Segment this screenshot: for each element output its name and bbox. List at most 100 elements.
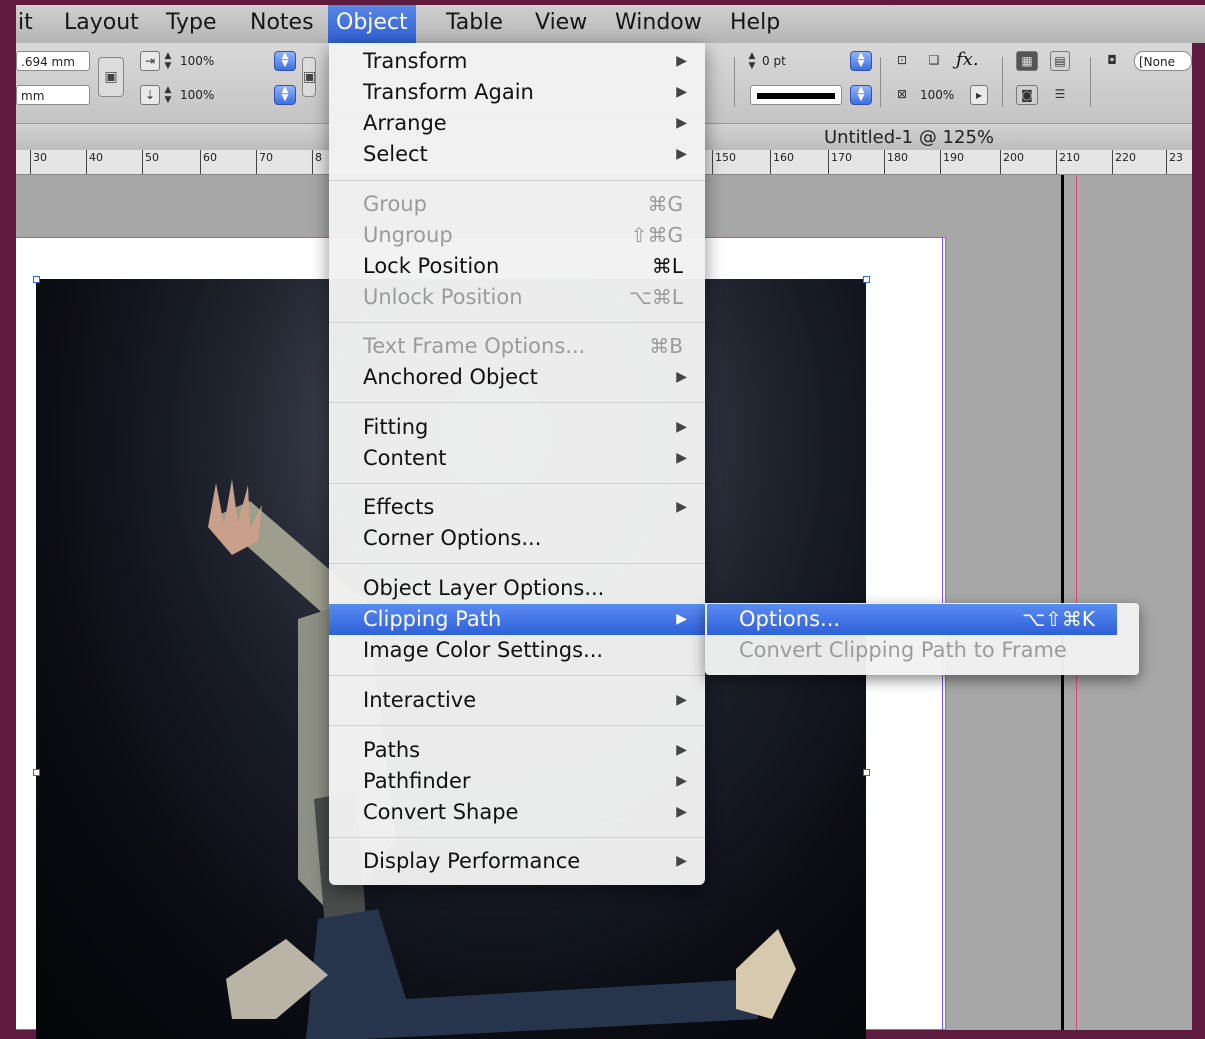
- submenu-arrow-icon: ▶: [676, 84, 687, 100]
- menu-item-convert-shape[interactable]: Convert Shape ▶: [329, 797, 705, 828]
- text-wrap-icon[interactable]: ▦: [1016, 51, 1038, 71]
- wrap-around-icon[interactable]: ▤: [1050, 51, 1070, 71]
- menu-item-anchored-object[interactable]: Anchored Object ▶: [329, 362, 705, 393]
- menu-item-display-performance[interactable]: Display Performance ▶: [329, 846, 705, 877]
- scale-y-icon: ⇣: [140, 85, 160, 105]
- menu-item-fitting[interactable]: Fitting ▶: [329, 412, 705, 443]
- menu-object[interactable]: Object: [328, 5, 416, 43]
- stroke-type-field[interactable]: [750, 85, 842, 105]
- stroke-type-dropdown[interactable]: ▲ ▼: [850, 85, 872, 105]
- effects-fx-icon[interactable]: ƒx.: [956, 49, 979, 70]
- ruler-tick: 150: [712, 150, 736, 174]
- menu-separator: [329, 483, 705, 484]
- x-position-field[interactable]: .694 mm: [16, 51, 90, 71]
- submenu-arrow-icon: ▶: [676, 369, 687, 385]
- stroke-weight-field[interactable]: 0 pt: [758, 51, 844, 71]
- menu-item-pathfinder[interactable]: Pathfinder ▶: [329, 766, 705, 797]
- submenu-item-options[interactable]: Options... ⌥⇧⌘K: [707, 604, 1117, 635]
- submenu-arrow-icon: ▶: [676, 53, 687, 69]
- scale-y-spinner[interactable]: ▲ ▼: [162, 85, 174, 105]
- y-position-field[interactable]: mm: [16, 85, 90, 105]
- menu-notes[interactable]: Notes: [250, 5, 314, 43]
- menu-item-select[interactable]: Select ▶: [329, 139, 705, 170]
- menu-separator: [329, 402, 705, 403]
- ruler-tick: 180: [884, 150, 908, 174]
- separator: [1090, 57, 1091, 107]
- constrain-proportions-icon[interactable]: ▣: [98, 57, 124, 97]
- menu-shortcut: ⌥⌘L: [628, 285, 683, 309]
- menu-item-arrange[interactable]: Arrange ▶: [329, 108, 705, 139]
- menu-shortcut: ⌘L: [651, 254, 683, 278]
- frame-handle-top-right[interactable]: [863, 276, 870, 283]
- menu-item-lock-position[interactable]: Lock Position ⌘L: [329, 251, 705, 282]
- opacity-icon: ⊠: [896, 87, 908, 101]
- menu-help[interactable]: Help: [730, 5, 780, 43]
- submenu-arrow-icon: ▶: [676, 419, 687, 435]
- ruler-tick: 220: [1112, 150, 1136, 174]
- stroke-spinner[interactable]: ▲ ▼: [746, 51, 758, 71]
- submenu-arrow-icon: ▶: [676, 115, 687, 131]
- menu-item-unlock-position: Unlock Position ⌥⌘L: [329, 282, 705, 313]
- separator: [734, 57, 735, 107]
- ruler-tick: 23: [1166, 150, 1183, 174]
- align-icon[interactable]: ☰: [1050, 85, 1070, 105]
- menu-item-group: Group ⌘G: [329, 189, 705, 220]
- scale-x-spinner[interactable]: ▲ ▼: [162, 51, 174, 71]
- menu-item-transform[interactable]: Transform ▶: [329, 46, 705, 77]
- menu-item-object-layer-options[interactable]: Object Layer Options...: [329, 573, 705, 604]
- frame-handle-middle-left[interactable]: [33, 769, 40, 776]
- drop-shadow-icon[interactable]: ❑: [924, 51, 944, 71]
- scale-y-dropdown[interactable]: ▲ ▼: [274, 85, 296, 105]
- scale-x-icon: ⇥: [140, 51, 160, 71]
- ruler-tick: 200: [1000, 150, 1024, 174]
- clipping-path-submenu: Options... ⌥⇧⌘K Convert Clipping Path to…: [705, 603, 1139, 675]
- menu-view[interactable]: View: [535, 5, 587, 43]
- menu-item-text-frame-options: Text Frame Options... ⌘B: [329, 331, 705, 362]
- stroke-weight-dropdown[interactable]: ▲ ▼: [850, 51, 872, 71]
- object-style-icon: ◘: [1107, 53, 1117, 67]
- menu-shortcut: ⌥⇧⌘K: [1022, 607, 1095, 631]
- menu-separator: [329, 563, 705, 564]
- menu-table[interactable]: Table: [446, 5, 503, 43]
- menu-item-corner-options[interactable]: Corner Options...: [329, 523, 705, 554]
- menu-separator: [329, 837, 705, 838]
- menu-window[interactable]: Window: [615, 5, 702, 43]
- menu-item-ungroup: Ungroup ⇧⌘G: [329, 220, 705, 251]
- scale-x-field[interactable]: 100%: [176, 51, 264, 71]
- ruler-tick: 170: [828, 150, 852, 174]
- submenu-item-convert-clipping-path: Convert Clipping Path to Frame: [739, 638, 1067, 662]
- frame-fitting-icon[interactable]: ⊡: [892, 51, 912, 71]
- menu-item-content[interactable]: Content ▶: [329, 443, 705, 474]
- ruler-tick: 210: [1056, 150, 1080, 174]
- menu-edit[interactable]: it: [18, 5, 33, 43]
- submenu-arrow-icon: ▶: [676, 499, 687, 515]
- menu-item-interactive[interactable]: Interactive ▶: [329, 685, 705, 716]
- submenu-arrow-icon: ▶: [676, 853, 687, 869]
- frame-handle-middle-right[interactable]: [863, 769, 870, 776]
- scale-x-dropdown[interactable]: ▲ ▼: [274, 51, 296, 71]
- opacity-dropdown-icon[interactable]: ▸: [970, 85, 988, 105]
- object-menu-dropdown: Transform ▶ Transform Again ▶ Arrange ▶ …: [329, 43, 705, 885]
- ruler-tick: 160: [770, 150, 794, 174]
- select-content-icon[interactable]: ◙: [1016, 85, 1038, 105]
- submenu-arrow-icon: ▶: [676, 146, 687, 162]
- menu-bar: it Layout Type Notes Object Table View W…: [16, 5, 1205, 43]
- object-style-field[interactable]: [None: [1134, 51, 1192, 71]
- submenu-arrow-icon: ▶: [676, 611, 687, 627]
- menu-shortcut: ⌘G: [647, 192, 684, 216]
- submenu-arrow-icon: ▶: [676, 773, 687, 789]
- menu-layout[interactable]: Layout: [64, 5, 139, 43]
- menu-item-transform-again[interactable]: Transform Again ▶: [329, 77, 705, 108]
- menu-item-effects[interactable]: Effects ▶: [329, 492, 705, 523]
- menu-item-image-color-settings[interactable]: Image Color Settings...: [329, 635, 705, 666]
- opacity-field[interactable]: 100%: [916, 85, 968, 105]
- menu-item-clipping-path[interactable]: Clipping Path ▶: [329, 604, 705, 635]
- menu-shortcut: ⇧⌘G: [630, 223, 683, 247]
- separator: [880, 57, 881, 107]
- frame-handle-top-left[interactable]: [33, 276, 40, 283]
- scale-y-field[interactable]: 100%: [176, 85, 264, 105]
- menu-type[interactable]: Type: [166, 5, 217, 43]
- menu-item-paths[interactable]: Paths ▶: [329, 735, 705, 766]
- ruler-tick: 190: [940, 150, 964, 174]
- scale-link-icon[interactable]: ▣: [302, 57, 316, 97]
